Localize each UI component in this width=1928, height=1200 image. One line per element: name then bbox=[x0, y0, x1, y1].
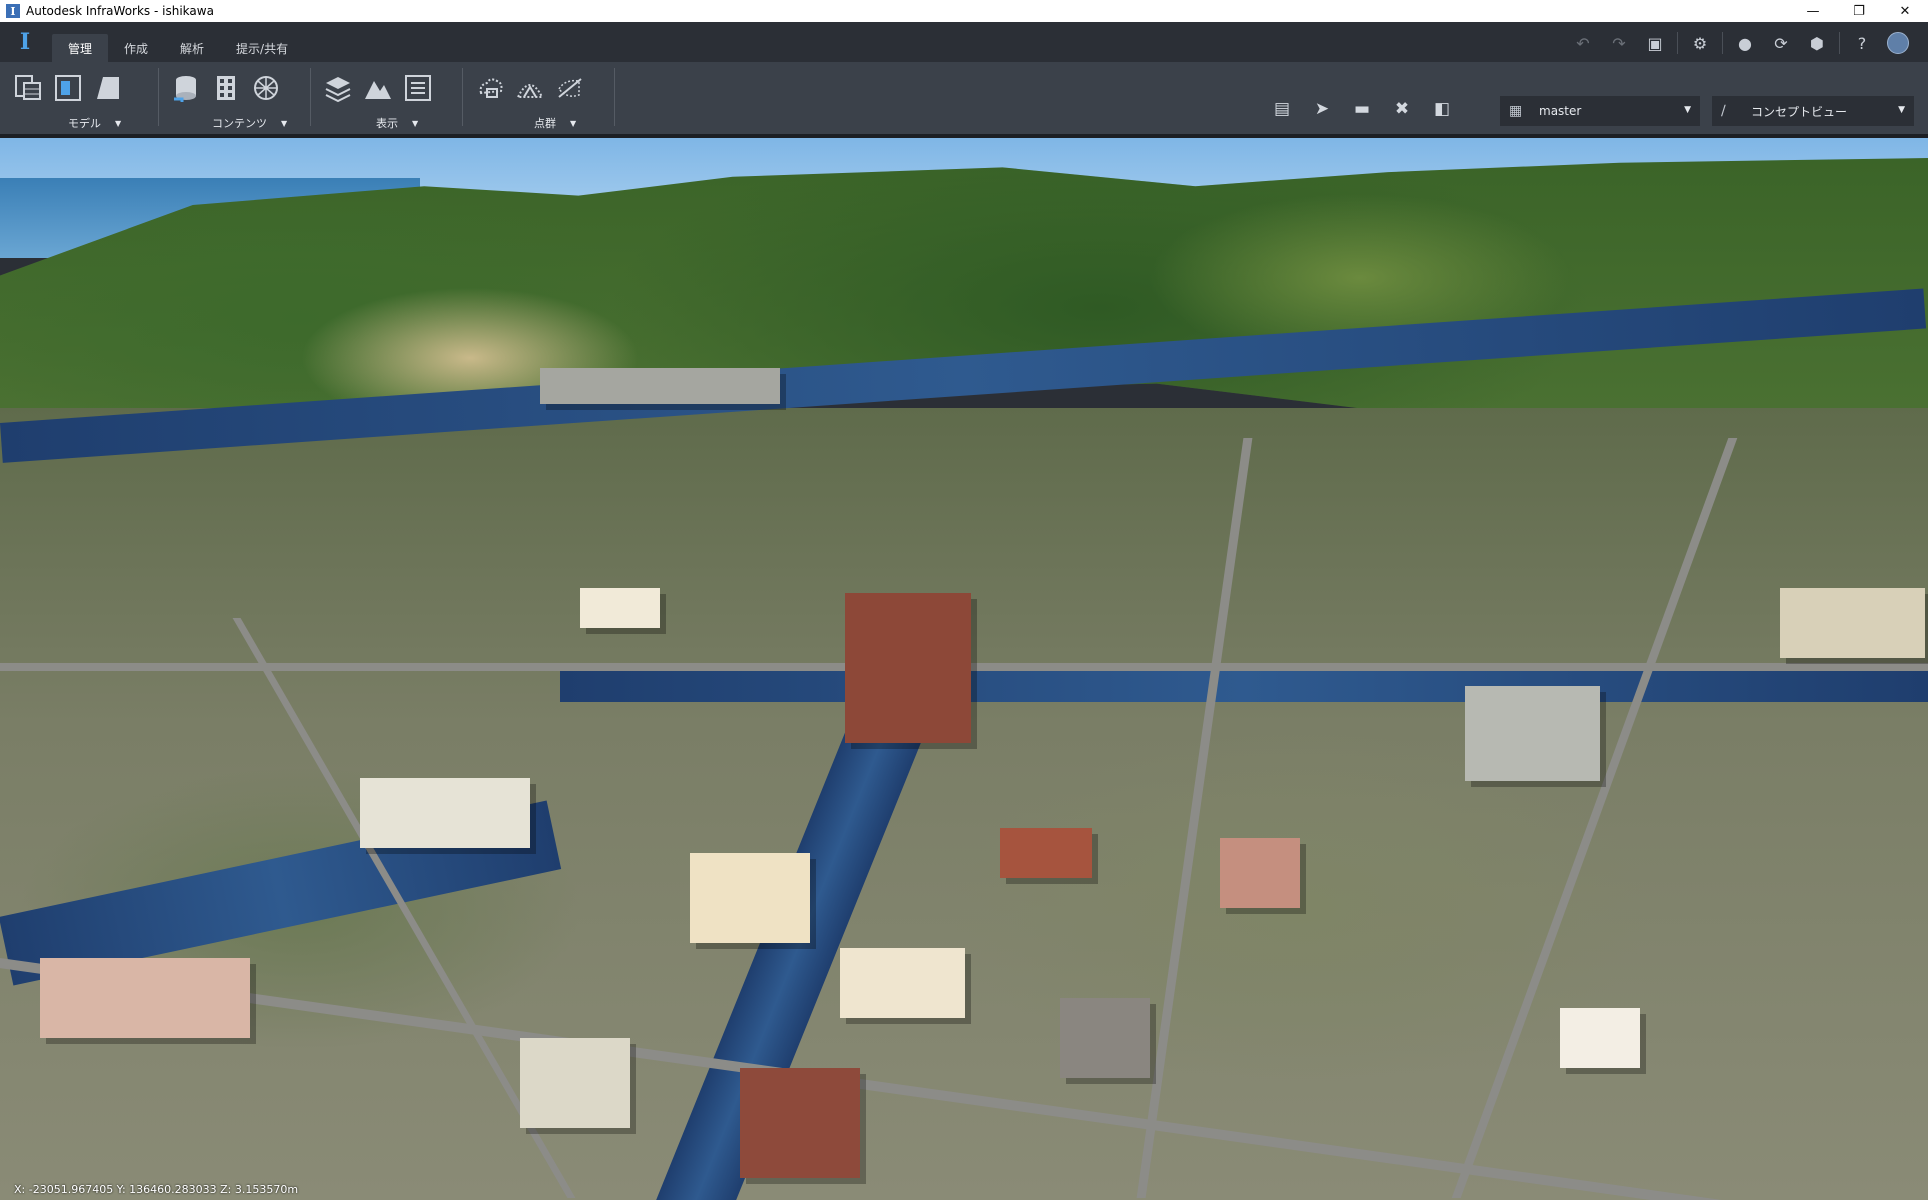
select-tool-icon[interactable]: ➤ bbox=[1302, 94, 1342, 124]
redo-icon[interactable]: ↷ bbox=[1601, 31, 1637, 55]
user-avatar-icon[interactable] bbox=[1880, 31, 1916, 55]
ribbon-group-model: モデル ▼ bbox=[10, 62, 158, 134]
fit-view-icon[interactable]: ▣ bbox=[1637, 31, 1673, 55]
surface-icon[interactable] bbox=[512, 70, 548, 106]
building bbox=[1465, 686, 1600, 781]
ribbon-group-content: コンテンツ ▼ bbox=[168, 62, 308, 134]
building bbox=[520, 1038, 630, 1128]
building bbox=[540, 368, 780, 404]
network-icon[interactable] bbox=[248, 70, 284, 106]
chevron-down-icon[interactable]: ▼ bbox=[115, 119, 121, 128]
layers-icon[interactable] bbox=[320, 70, 356, 106]
coordinate-readout: X: -23051.967405 Y: 136460.283033 Z: 3.1… bbox=[14, 1183, 299, 1196]
ribbon-group-label: コンテンツ bbox=[212, 117, 267, 130]
ribbon-group-display: 表示 ▼ bbox=[320, 62, 460, 134]
infraworks-logo-icon[interactable]: I bbox=[14, 29, 36, 55]
ribbon-divider bbox=[614, 68, 615, 126]
building bbox=[840, 948, 965, 1018]
ribbon-divider bbox=[310, 68, 311, 126]
undo-icon[interactable]: ↶ bbox=[1565, 31, 1601, 55]
chevron-down-icon[interactable]: ▼ bbox=[570, 119, 576, 128]
visual-style-icon: ∕ bbox=[1721, 103, 1726, 119]
visual-style-value: コンセプトビュー bbox=[1751, 104, 1848, 119]
building bbox=[1560, 1008, 1640, 1068]
ribbon-group-point-cloud: 点群 ▼ bbox=[472, 62, 612, 134]
building bbox=[580, 588, 660, 628]
cross-tool-icon[interactable]: ✖ bbox=[1382, 94, 1422, 124]
settings-icon[interactable]: ⚙ bbox=[1682, 31, 1718, 55]
restore-button[interactable]: ❐ bbox=[1836, 0, 1882, 22]
toolbar-divider bbox=[1677, 32, 1678, 54]
app-icon: I bbox=[6, 4, 20, 18]
tab-present-share[interactable]: 提示/共有 bbox=[220, 34, 304, 62]
title-bar: I Autodesk InfraWorks - ishikawa — ❐ ✕ bbox=[0, 0, 1928, 22]
split-tool-icon[interactable]: ◧ bbox=[1422, 94, 1462, 124]
building-tower bbox=[845, 593, 971, 743]
chevron-down-icon: ▼ bbox=[1684, 105, 1691, 115]
building bbox=[1780, 588, 1925, 658]
close-button[interactable]: ✕ bbox=[1882, 0, 1928, 22]
chevron-down-icon: ▼ bbox=[1898, 105, 1905, 115]
model-panel-icon[interactable] bbox=[50, 70, 86, 106]
cube-icon[interactable]: ⬢ bbox=[1799, 31, 1835, 55]
window-title: Autodesk InfraWorks - ishikawa bbox=[26, 4, 214, 18]
terrain-ground bbox=[0, 408, 1928, 1200]
cloud-edit-icon[interactable] bbox=[552, 70, 588, 106]
proposal-dropdown[interactable]: ▦ master ▼ bbox=[1500, 96, 1700, 126]
visual-style-dropdown[interactable]: ∕ コンセプトビュー ▼ bbox=[1712, 96, 1914, 126]
building bbox=[740, 1068, 860, 1178]
building bbox=[40, 958, 250, 1038]
building bbox=[1060, 998, 1150, 1078]
view-tools: ▤ ➤ ▬ ✖ ◧ bbox=[1262, 94, 1462, 124]
ribbon-group-label: 点群 bbox=[534, 117, 556, 130]
globe-icon[interactable]: ● bbox=[1727, 31, 1763, 55]
model-table-icon[interactable] bbox=[10, 70, 46, 106]
tab-create[interactable]: 作成 bbox=[108, 34, 164, 62]
tab-manage[interactable]: 管理 bbox=[52, 34, 109, 62]
chevron-down-icon[interactable]: ▼ bbox=[281, 119, 287, 128]
minimize-button[interactable]: — bbox=[1790, 0, 1836, 22]
data-source-icon[interactable] bbox=[168, 70, 204, 106]
ribbon-group-label: 表示 bbox=[376, 117, 398, 130]
toolbar-divider bbox=[1839, 32, 1840, 54]
proposal-icon: ▦ bbox=[1509, 103, 1523, 119]
tab-analyze[interactable]: 解析 bbox=[164, 34, 220, 62]
proposal-value: master bbox=[1539, 104, 1582, 118]
ribbon-divider bbox=[462, 68, 463, 126]
measure-tool-icon[interactable]: ▬ bbox=[1342, 94, 1382, 124]
model-sheet-icon[interactable] bbox=[90, 70, 126, 106]
3d-viewport[interactable]: X: -23051.967405 Y: 136460.283033 Z: 3.1… bbox=[0, 138, 1928, 1200]
terrain-icon[interactable] bbox=[360, 70, 396, 106]
sync-icon[interactable]: ⟳ bbox=[1763, 31, 1799, 55]
point-cloud-icon[interactable] bbox=[472, 70, 508, 106]
building bbox=[1220, 838, 1300, 908]
building bbox=[360, 778, 530, 848]
building-data-icon[interactable] bbox=[208, 70, 244, 106]
building bbox=[1000, 828, 1092, 878]
ribbon-group-label: モデル bbox=[68, 117, 101, 130]
help-icon[interactable]: ? bbox=[1844, 31, 1880, 55]
ribbon-tab-bar: I 管理 作成 解析 提示/共有 ↶ ↷ ▣ ⚙ ● ⟳ ⬢ ? bbox=[0, 22, 1928, 62]
building bbox=[690, 853, 810, 943]
list-icon[interactable] bbox=[400, 70, 436, 106]
ribbon-divider bbox=[158, 68, 159, 126]
avatar bbox=[1887, 32, 1909, 54]
chevron-down-icon[interactable]: ▼ bbox=[412, 119, 418, 128]
view-tool-icon[interactable]: ▤ bbox=[1262, 94, 1302, 124]
toolbar-divider bbox=[1722, 32, 1723, 54]
canal bbox=[560, 668, 1928, 702]
